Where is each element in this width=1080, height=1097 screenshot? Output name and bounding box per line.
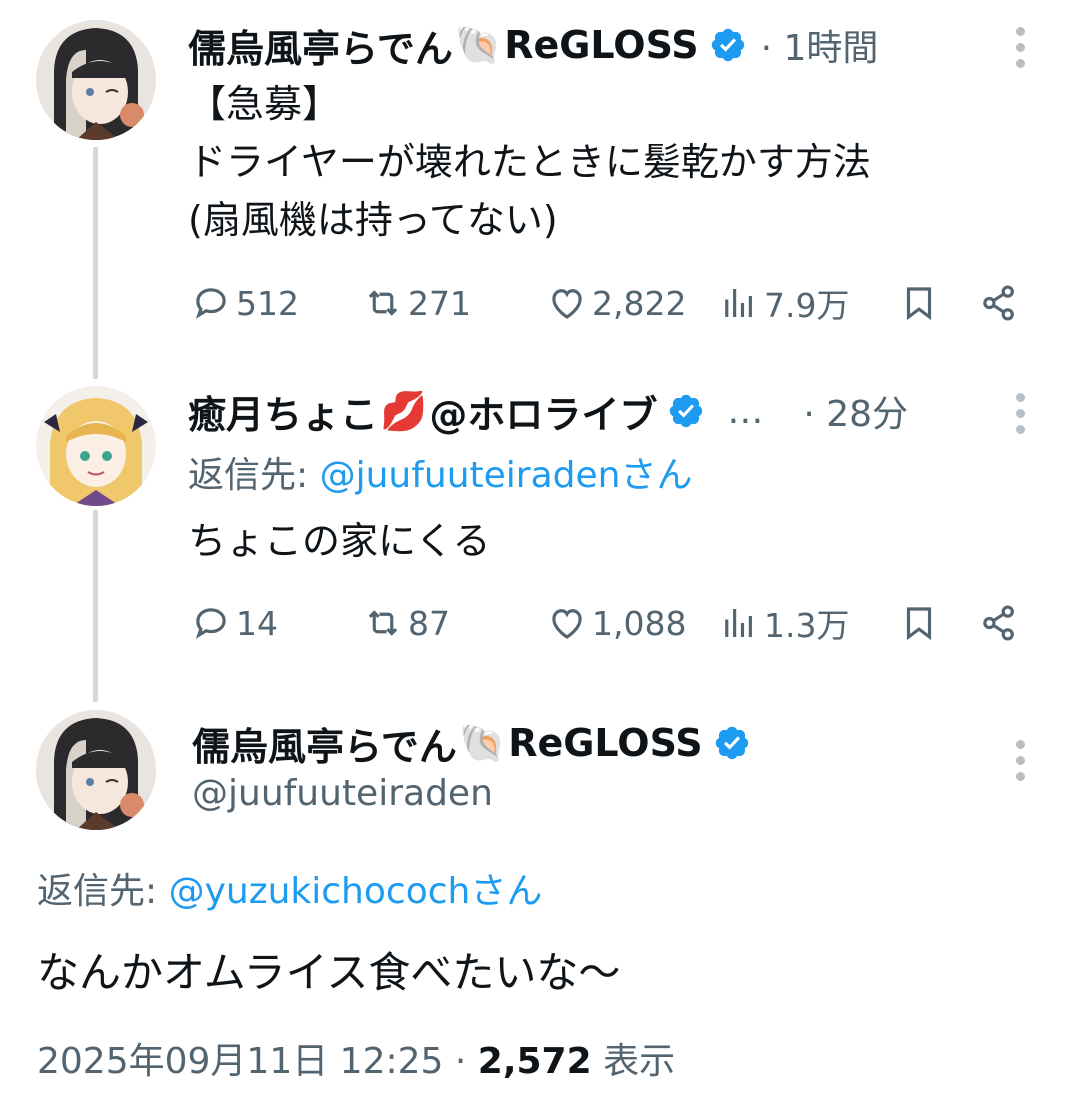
reply-to-prefix: 返信先: [188, 455, 320, 496]
like-icon [552, 609, 582, 639]
views-icon [725, 609, 752, 637]
bookmark-icon [906, 287, 932, 321]
share-icon [983, 285, 1014, 321]
like-count: 1,088 [592, 603, 687, 643]
lips-emoji-icon: 💋 [380, 388, 428, 433]
share-icon [983, 605, 1014, 641]
view-label: 表示 [591, 1041, 676, 1082]
reply-icon [195, 608, 226, 639]
share-button[interactable] [978, 598, 1020, 648]
retweet-icon [368, 290, 398, 316]
more-icon[interactable] [1013, 27, 1027, 68]
shell-emoji-icon: 🐚 [458, 720, 507, 765]
reply-count: 512 [236, 283, 299, 323]
tweet-detail-meta: 2025年09月11日 12:25 · 2,572 表示 [37, 1032, 675, 1084]
retweet-count: 271 [408, 283, 471, 323]
avatar-image-icon [36, 20, 156, 140]
verified-badge-icon[interactable] [713, 724, 751, 762]
thread-line [93, 147, 98, 379]
thread-line [93, 510, 98, 702]
tweet-text: 【急募】 ドライヤーが壊れたときに髪乾かす方法 (扇風機は持ってない) [188, 82, 871, 242]
tweet-actions: 512 271 2,822 7.9万 [190, 278, 1030, 328]
avatar[interactable] [36, 386, 156, 506]
timestamp[interactable]: · 1時間 [761, 19, 879, 71]
avatar[interactable] [36, 710, 156, 830]
display-name-suffix[interactable]: ReGLOSS [504, 23, 698, 67]
display-name[interactable]: 癒月ちょこ [188, 384, 378, 439]
share-button[interactable] [978, 278, 1020, 328]
verified-badge-icon[interactable] [709, 26, 747, 64]
bookmark-button[interactable] [898, 598, 940, 648]
retweet-button[interactable]: 271 [362, 278, 471, 328]
retweet-count: 87 [408, 603, 450, 643]
like-icon [552, 289, 582, 319]
reply-count: 14 [236, 603, 278, 643]
like-count: 2,822 [592, 283, 687, 323]
post-timestamp[interactable]: 2025年09月11日 12:25 · [37, 1041, 478, 1082]
display-name[interactable]: 儒烏風亭らでん [192, 716, 457, 771]
bookmark-button[interactable] [898, 278, 940, 328]
user-handle[interactable]: @juufuuteiraden [192, 773, 493, 814]
display-name-suffix[interactable]: @ホロライブ [429, 384, 657, 439]
tweet-actions: 14 87 1,088 1.3万 [190, 598, 1030, 648]
view-count: 2,572 [477, 1041, 592, 1082]
tweet-text: なんかオムライス食べたいな〜 [37, 948, 621, 997]
reply-to: 返信先: @juufuuteiradenさん [188, 446, 692, 498]
reply-to-handle[interactable]: @yuzukichocochさん [169, 871, 543, 912]
tweet-header: 癒月ちょこ 💋 @ホロライブ … · 28分 [188, 384, 908, 438]
reply-icon [195, 288, 226, 319]
verified-badge-icon[interactable] [667, 392, 705, 430]
views-count: 1.3万 [764, 606, 850, 645]
reply-to-handle[interactable]: @juufuuteiradenさん [320, 455, 693, 496]
like-button[interactable]: 1,088 [546, 598, 686, 648]
views-icon [725, 289, 752, 317]
avatar-image-icon [36, 710, 156, 830]
more-icon[interactable] [1013, 740, 1027, 781]
reply-to: 返信先: @yuzukichocochさん [37, 862, 542, 914]
avatar-image-icon [36, 386, 156, 506]
views-button[interactable]: 7.9万 [718, 278, 849, 328]
views-count: 7.9万 [764, 286, 850, 325]
reply-button[interactable]: 512 [190, 278, 299, 328]
shell-emoji-icon: 🐚 [454, 22, 503, 67]
avatar[interactable] [36, 20, 156, 140]
retweet-icon [368, 610, 398, 636]
reply-button[interactable]: 14 [190, 598, 278, 648]
retweet-button[interactable]: 87 [362, 598, 450, 648]
display-name[interactable]: 儒烏風亭らでん [188, 18, 453, 73]
tweet-text: ちょこの家にくる [188, 519, 491, 563]
tweet-header: 儒烏風亭らでん 🐚 ReGLOSS [192, 716, 751, 770]
views-button[interactable]: 1.3万 [718, 598, 849, 648]
reply-to-prefix: 返信先: [37, 871, 169, 912]
bookmark-icon [906, 607, 932, 641]
display-name-suffix[interactable]: ReGLOSS [508, 721, 702, 765]
truncation-ellipsis: … [727, 390, 764, 432]
timestamp[interactable]: · 28分 [803, 385, 908, 437]
more-icon[interactable] [1013, 393, 1027, 434]
tweet-header: 儒烏風亭らでん 🐚 ReGLOSS · 1時間 [188, 18, 878, 72]
like-button[interactable]: 2,822 [546, 278, 686, 328]
